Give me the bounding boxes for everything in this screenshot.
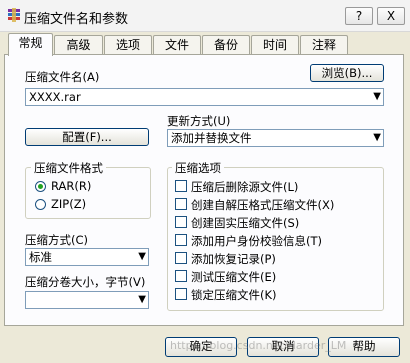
option-label[interactable]: 压缩后删除源文件(L) [191,179,298,195]
help-title-button[interactable]: ? [345,7,373,25]
compression-method-select[interactable]: 标准 ▼ [25,248,149,266]
option-label[interactable]: 锁定压缩文件(K) [191,287,277,303]
close-title-button[interactable]: X [377,7,405,25]
archive-name-label: 压缩文件名(A) [25,70,100,84]
tab-time[interactable]: 时间 [251,35,299,54]
tab-comment[interactable]: 注释 [300,35,348,54]
option-checkbox[interactable] [175,198,187,210]
option-label[interactable]: 添加用户身份校验信息(T) [191,233,322,249]
window-title: 压缩文件名和参数 [24,12,129,27]
dropdown-arrow-icon[interactable]: ▼ [373,130,381,146]
option-checkbox[interactable] [175,252,187,264]
option-label[interactable]: 添加恢复记录(P) [191,251,276,267]
zip-radio-label[interactable]: ZIP(Z) [51,197,86,211]
option-checkbox[interactable] [175,234,187,246]
winrar-icon [8,8,20,22]
archive-name-value: XXXX.rar [29,90,81,104]
option-checkbox[interactable] [175,270,187,282]
zip-radio[interactable] [35,199,46,210]
option-checkbox[interactable] [175,180,187,192]
profiles-button[interactable]: 配置(F)... [25,128,149,146]
split-volume-label: 压缩分卷大小，字节(V) [25,275,146,289]
update-mode-value: 添加并替换文件 [171,131,252,145]
compression-method-label: 压缩方式(C) [25,233,89,247]
archiving-options-title: 压缩选项 [172,160,224,176]
archive-format-title: 压缩文件格式 [31,160,106,176]
dropdown-arrow-icon[interactable]: ▼ [373,89,381,105]
archive-name-input[interactable]: XXXX.rar ▼ [25,88,384,106]
tab-options[interactable]: 选项 [104,35,152,54]
update-mode-select[interactable]: 添加并替换文件 ▼ [167,129,384,147]
option-label[interactable]: 测试压缩文件(E) [191,269,276,285]
tab-general[interactable]: 常规 [8,33,53,56]
compression-method-value: 标准 [29,250,52,264]
watermark-text: https://blog.csdn.net/Harder_LM [170,339,347,352]
tab-advanced[interactable]: 高级 [54,35,103,54]
rar-radio-label[interactable]: RAR(R) [51,179,91,193]
tab-files[interactable]: 文件 [153,35,201,54]
option-checkbox[interactable] [175,288,187,300]
browse-button[interactable]: 浏览(B)... [310,64,384,82]
dropdown-arrow-icon[interactable]: ▼ [138,292,146,308]
option-label[interactable]: 创建自解压格式压缩文件(X) [191,197,334,213]
option-label[interactable]: 创建固实压缩文件(S) [191,215,299,231]
dropdown-arrow-icon[interactable]: ▼ [138,249,146,265]
update-mode-label: 更新方式(U) [167,114,231,128]
split-volume-select[interactable]: ▼ [25,291,149,309]
tab-backup[interactable]: 备份 [202,35,250,54]
rar-radio[interactable] [35,181,46,192]
option-checkbox[interactable] [175,216,187,228]
